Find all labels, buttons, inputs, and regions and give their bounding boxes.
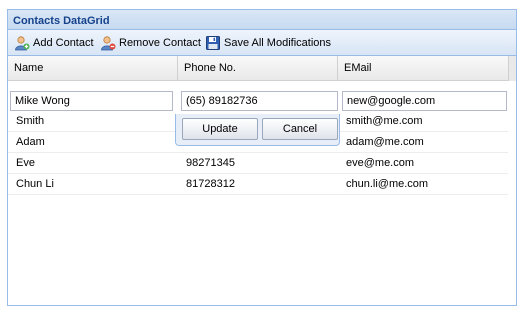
table-row[interactable]: Chun Li 81728312 chun.li@me.com bbox=[8, 174, 508, 195]
table-row[interactable]: Eve 98271345 eve@me.com bbox=[8, 153, 508, 174]
cancel-button[interactable]: Cancel bbox=[262, 118, 338, 140]
cell-email: smith@me.com bbox=[346, 115, 423, 127]
column-header-name[interactable]: Name bbox=[8, 56, 178, 80]
editing-row bbox=[8, 90, 508, 112]
panel-titlebar: Contacts DataGrid bbox=[8, 10, 516, 30]
email-editor-input[interactable] bbox=[342, 91, 507, 111]
add-contact-label: Add Contact bbox=[33, 37, 94, 49]
toolbar: Add Contact Remove Contact Save All Modi… bbox=[8, 30, 516, 56]
cell-email: adam@me.com bbox=[346, 136, 424, 148]
cell-name: Chun Li bbox=[16, 178, 54, 190]
save-all-label: Save All Modifications bbox=[224, 37, 331, 49]
column-header-email[interactable]: EMail bbox=[338, 56, 508, 80]
header-scroll-spacer bbox=[508, 56, 516, 81]
remove-user-icon bbox=[101, 36, 116, 51]
column-header-phone[interactable]: Phone No. bbox=[178, 56, 338, 80]
remove-contact-button[interactable]: Remove Contact bbox=[100, 34, 201, 52]
panel-title: Contacts DataGrid bbox=[13, 15, 110, 27]
cell-phone: 98271345 bbox=[186, 157, 235, 169]
cell-name: Adam bbox=[16, 136, 45, 148]
cell-email: chun.li@me.com bbox=[346, 178, 429, 190]
row-editor-buttons: Update Cancel bbox=[175, 114, 340, 146]
add-user-icon bbox=[15, 36, 30, 51]
floppy-disk-icon bbox=[206, 36, 220, 50]
update-button[interactable]: Update bbox=[182, 118, 258, 140]
cell-name: Eve bbox=[16, 157, 35, 169]
contacts-grid-panel: Contacts DataGrid Add Contact Remove Con… bbox=[7, 9, 517, 306]
phone-editor-input[interactable] bbox=[181, 91, 338, 111]
cell-phone: 81728312 bbox=[186, 178, 235, 190]
cell-email: eve@me.com bbox=[346, 157, 415, 169]
remove-contact-label: Remove Contact bbox=[119, 37, 201, 49]
grid-header: Name Phone No. EMail bbox=[8, 56, 508, 81]
name-editor-input[interactable] bbox=[10, 91, 173, 111]
cell-name: Smith bbox=[16, 115, 45, 127]
save-all-button[interactable]: Save All Modifications bbox=[205, 34, 331, 52]
add-contact-button[interactable]: Add Contact bbox=[14, 34, 94, 52]
